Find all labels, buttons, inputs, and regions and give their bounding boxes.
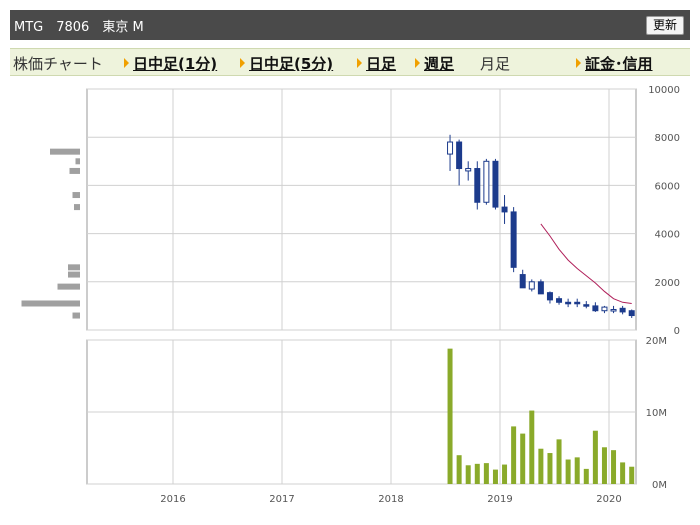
candle-body [519,274,526,289]
candle-body [565,301,572,305]
volume-profile-bar [72,312,80,319]
volume-bar [547,453,553,484]
x-tick-label: 2016 [160,494,185,505]
candle-body [601,306,608,312]
x-tick-label: 2019 [487,494,512,505]
volume-bar [574,457,580,484]
candle-body [537,281,544,295]
volume-bar [502,464,508,484]
candle-body [510,211,517,268]
price-y-tick-label: 4000 [655,230,680,241]
volume-bar [483,463,489,484]
volume-bar [492,469,498,484]
volume-bar [529,410,535,484]
volume-y-tick-label: 20M [646,336,667,347]
candle-body [474,168,481,203]
candle-body [483,160,490,203]
candle-body [447,141,454,155]
volume-bar [456,455,462,484]
candle-body [592,305,599,312]
candle-body [456,141,463,170]
volume-bar [520,433,526,484]
x-tick-label: 2020 [596,494,621,505]
candle-body [556,298,563,303]
candle-body [465,168,472,172]
x-tick-label: 2017 [269,494,294,505]
volume-bar [465,465,471,484]
volume-profile-bar [72,192,80,199]
volume-profile-bar [74,204,80,211]
volume-bar [620,462,626,484]
candle-body [610,309,617,312]
price-y-tick-label: 6000 [655,181,680,192]
volume-profile-bar [68,271,80,278]
price-y-tick-label: 8000 [655,133,680,144]
volume-bar [474,463,480,484]
volume-bar [511,426,517,484]
volume-profile-bar [21,300,80,307]
volume-profile-bar [68,264,80,271]
candle-body [619,307,626,313]
price-y-tick-label: 0 [674,326,680,337]
candle-body [546,292,553,301]
volume-profile-bar [50,148,80,155]
candle-body [528,281,535,290]
candle-body [628,310,635,317]
volume-y-tick-label: 10M [646,408,667,419]
volume-y-tick-label: 0M [652,480,667,491]
stock-chart: 2016 2017 2018 2019 2020 0 2000 4000 6000 8000 100… [21,85,680,505]
volume-bar [565,459,571,484]
price-y-tick-label: 10000 [648,85,680,96]
volume-bar [629,466,635,484]
volume-bar [611,450,617,484]
price-panel [86,88,637,331]
volume-bar [447,348,453,484]
volume-profile-bar [57,283,80,290]
volume-bar [601,447,607,484]
candle-body [574,301,581,305]
price-y-tick-label: 2000 [655,278,680,289]
volume-profile-bar [69,167,80,174]
candle-body [492,160,499,208]
volume-bar [556,439,562,484]
candle-body [501,206,508,213]
candle-body [583,304,590,307]
volume-bar [583,468,589,484]
volume-profile-bar [75,158,80,165]
volume-bar [538,448,544,484]
x-tick-label: 2018 [378,494,403,505]
volume-bar [592,430,598,484]
